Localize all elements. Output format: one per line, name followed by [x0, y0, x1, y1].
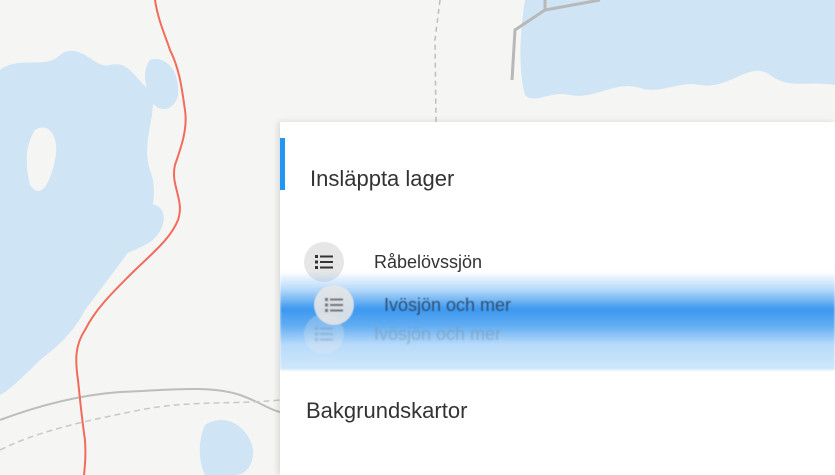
- list-icon[interactable]: [314, 285, 354, 325]
- basemaps-section-title[interactable]: Bakgrundskartor: [306, 398, 467, 424]
- panel-title: Insläppta lager: [310, 166, 455, 191]
- layer-item-ivosjon-dragging[interactable]: Ivösjön och mer: [314, 285, 511, 325]
- layers-panel: Insläppta lager Råbelövssjön Ivösjön och…: [280, 122, 835, 475]
- layer-label: Ivösjön och mer: [384, 294, 512, 315]
- panel-accent-bar: [280, 138, 285, 190]
- layer-label: Råbelövssjön: [374, 251, 483, 272]
- layer-label: Ivösjön och mer: [374, 323, 502, 344]
